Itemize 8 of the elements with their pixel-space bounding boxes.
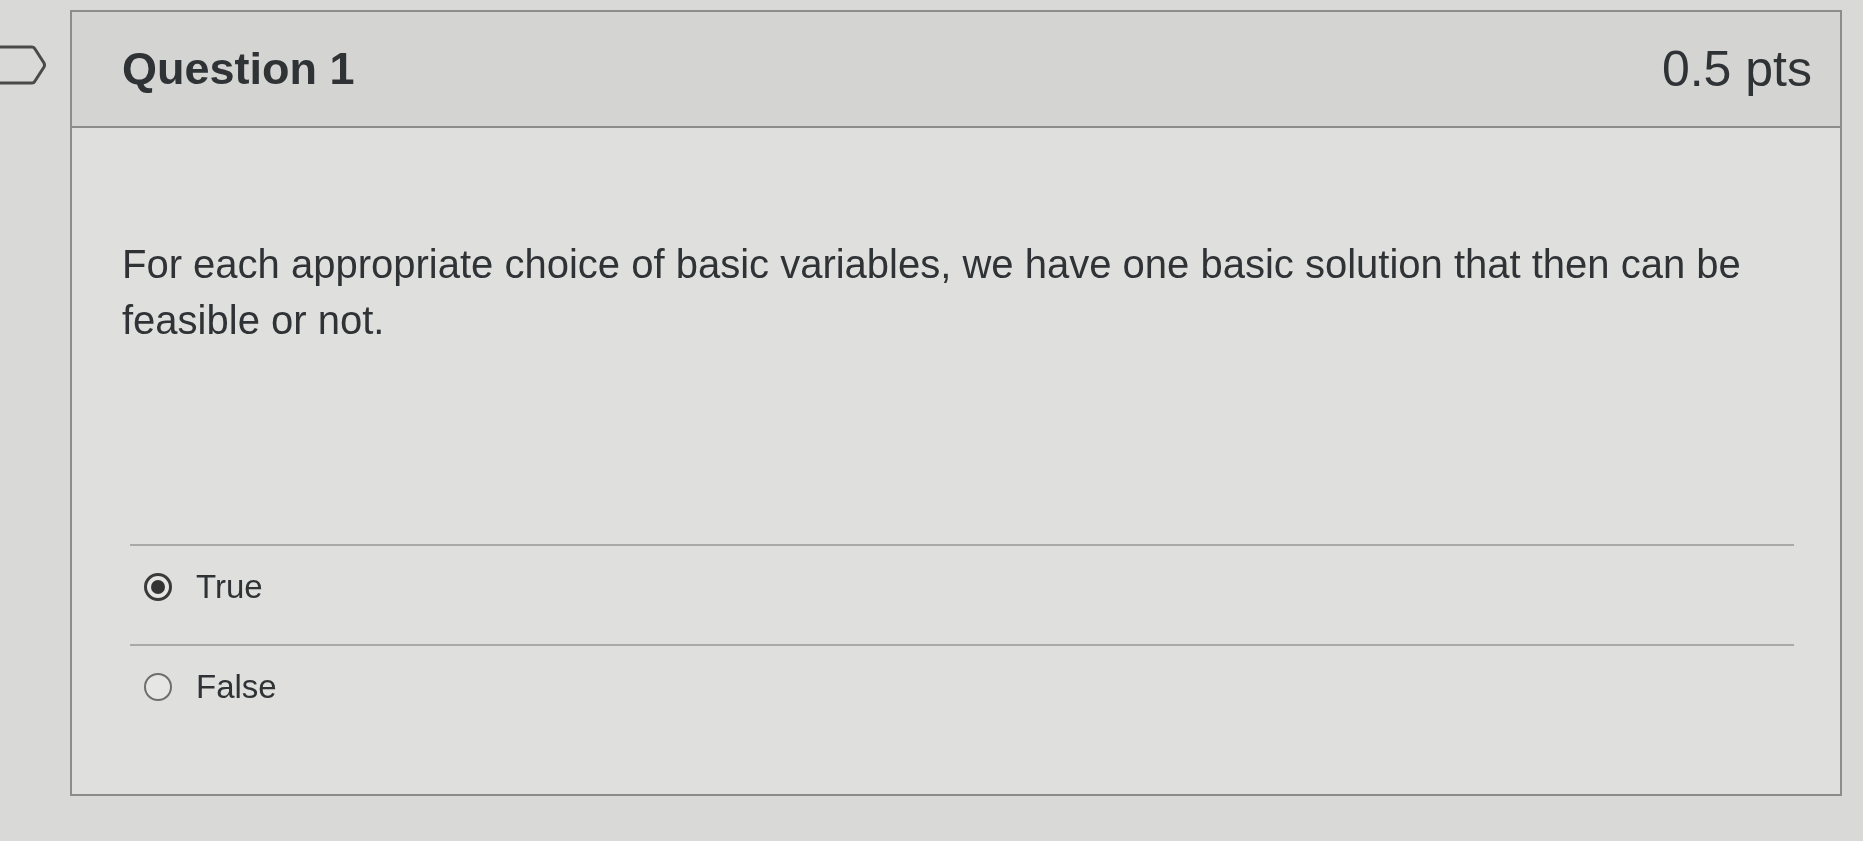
radio-button[interactable]	[144, 573, 172, 601]
radio-button[interactable]	[144, 673, 172, 701]
question-title: Question 1	[122, 43, 355, 95]
answer-label[interactable]: True	[196, 570, 263, 604]
tag-icon[interactable]	[0, 45, 46, 85]
points-value: 0.5 pts	[1661, 40, 1812, 98]
question-text: For each appropriate choice of basic variables, we have one basic solution that then can be feasible or not.	[122, 241, 1742, 344]
answer-label[interactable]: False	[196, 670, 277, 704]
